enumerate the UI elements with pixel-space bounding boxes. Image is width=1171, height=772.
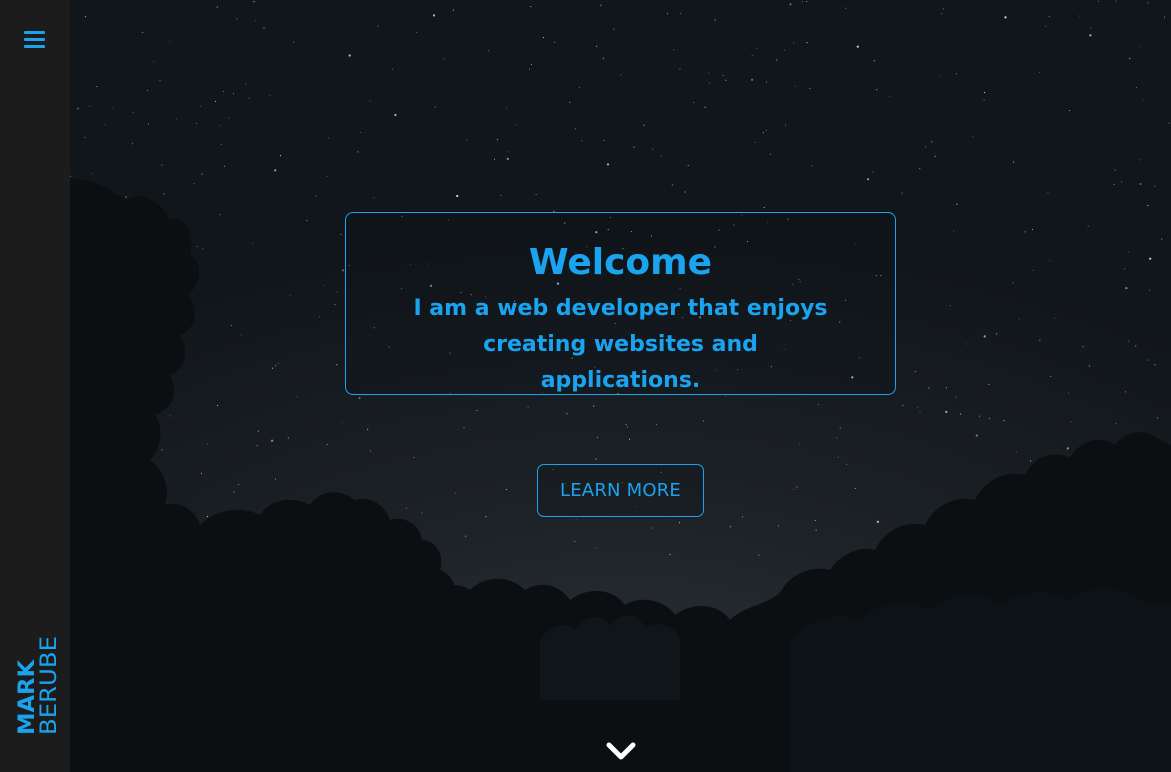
hero-section: Welcome I am a web developer that enjoys… [70, 0, 1171, 772]
welcome-card: Welcome I am a web developer that enjoys… [345, 212, 896, 395]
brand-logo-svg: MARK BERUBE [15, 636, 62, 735]
brand-last-name: BERUBE [37, 636, 62, 735]
welcome-subtitle: I am a web developer that enjoys creatin… [413, 296, 828, 393]
menu-bar [24, 45, 45, 48]
chevron-down-icon[interactable] [605, 740, 637, 764]
chevron-down-glyph [606, 742, 636, 760]
brand-logo[interactable]: MARK BERUBE [10, 636, 62, 736]
menu-bar [24, 31, 45, 34]
welcome-title: Welcome [528, 242, 713, 283]
page: MARK BERUBE Welcome I am a web developer… [0, 0, 1171, 772]
sidebar: MARK BERUBE [0, 0, 70, 772]
learn-more-button[interactable]: LEARN MORE [537, 464, 704, 517]
hamburger-menu-icon[interactable] [24, 30, 46, 50]
menu-bar [24, 38, 45, 41]
